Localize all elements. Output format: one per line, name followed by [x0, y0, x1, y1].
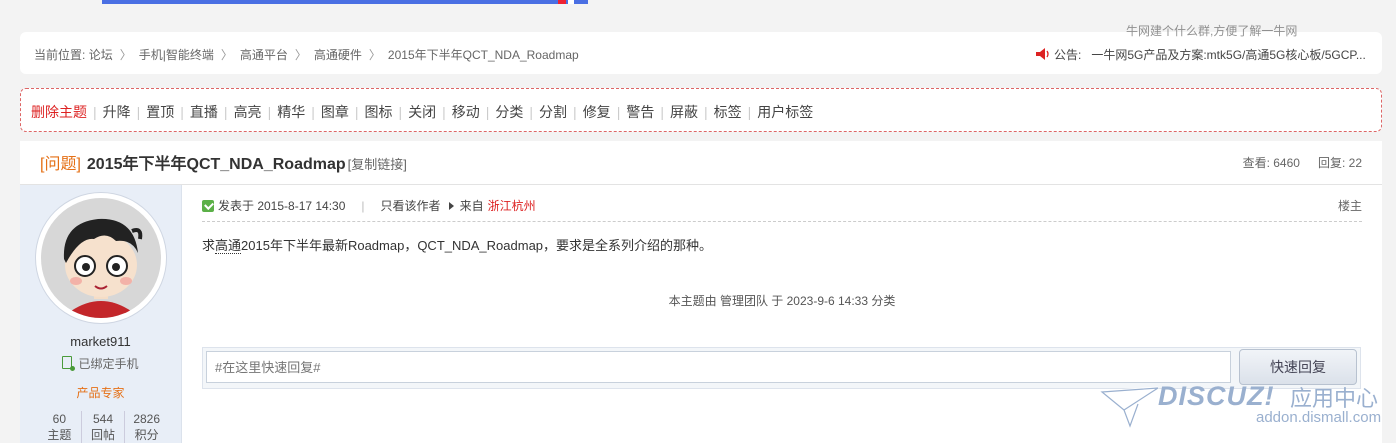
top-nav-strip-white — [568, 0, 574, 4]
breadcrumb-item-thread[interactable]: 2015年下半年QCT_NDA_Roadmap — [388, 48, 579, 62]
action-divider: | — [703, 104, 708, 120]
breadcrumb-item-qualcomm-platform[interactable]: 高通平台 — [240, 48, 288, 62]
mod-action-2[interactable]: 置顶 — [146, 104, 174, 120]
mod-action-0[interactable]: 删除主题 — [31, 104, 87, 120]
author-stat-posts[interactable]: 544 回帖 — [80, 411, 125, 443]
mod-action-6[interactable]: 图章 — [321, 104, 349, 120]
keyword-link[interactable]: 高通 — [215, 238, 242, 254]
thread-type-tag[interactable]: [问题] — [40, 156, 81, 173]
phone-bind-label: 已绑定手机 — [78, 357, 139, 371]
author-stats: 60 主题 544 回帖 2826 积分 — [38, 411, 168, 443]
action-divider: | — [223, 104, 228, 120]
avatar-cartoon-icon — [41, 198, 161, 318]
mod-action-12[interactable]: 修复 — [583, 104, 611, 120]
action-divider: | — [354, 104, 359, 120]
author-sidebar: market911 已绑定手机 产品专家 60 主题 544 回帖 2826 积分 — [20, 185, 182, 443]
breadcrumb-item-qualcomm-hardware[interactable]: 高通硬件 — [314, 48, 362, 62]
classification-note: 本主题由 管理团队 于 2023-9-6 14:33 分类 — [668, 294, 896, 308]
watermark-url: addon.dismall.com — [1256, 409, 1382, 426]
breadcrumb-item-mobile[interactable]: 手机|智能终端 — [139, 48, 214, 62]
action-divider: | — [573, 104, 577, 120]
post-meta: 发表于 2015-8-17 14:30 | 只看该作者 来自 浙江杭州 楼主 — [202, 197, 1362, 222]
action-divider: | — [311, 104, 315, 120]
post-content: 求高通2015年下半年最新Roadmap，QCT_NDA_Roadmap，要求是… — [202, 238, 713, 254]
mod-action-15[interactable]: 标签 — [714, 104, 742, 120]
views-label: 查看: — [1242, 156, 1270, 170]
action-divider: | — [485, 104, 490, 120]
post-date: 发表于 2015-8-17 14:30 — [218, 199, 346, 213]
mod-action-1[interactable]: 升降 — [103, 104, 131, 120]
action-divider: | — [398, 104, 403, 120]
author-stat-threads[interactable]: 60 主题 — [38, 411, 81, 443]
breadcrumb-separator: 〉 — [368, 48, 381, 62]
author-rank[interactable]: 产品专家 — [20, 384, 181, 401]
action-divider: | — [616, 104, 621, 120]
mod-action-4[interactable]: 高亮 — [234, 104, 262, 120]
action-divider: | — [442, 104, 446, 120]
breadcrumb: 当前位置: 论坛〉手机|智能终端〉高通平台〉高通硬件〉 2015年下半年QCT_N… — [34, 46, 579, 63]
mod-action-13[interactable]: 警告 — [626, 104, 654, 120]
discuz-watermark: DISCUZ! 应用中心 addon.dismall.com — [1100, 378, 1390, 440]
notice-label: 公告: — [1054, 48, 1082, 62]
mod-action-9[interactable]: 移动 — [452, 104, 480, 120]
mod-action-7[interactable]: 图标 — [364, 104, 392, 120]
action-divider: | — [136, 104, 141, 120]
avatar[interactable] — [36, 193, 166, 323]
floor-number[interactable]: 楼主 — [1338, 197, 1362, 214]
breadcrumb-separator: 〉 — [220, 48, 233, 62]
copy-link-button[interactable]: [复制链接] — [348, 157, 407, 172]
paper-plane-icon — [1100, 386, 1159, 428]
replies-label: 回复: — [1317, 156, 1346, 170]
mod-action-8[interactable]: 关闭 — [408, 104, 436, 120]
breadcrumb-separator: 〉 — [294, 48, 307, 62]
action-divider: | — [529, 104, 534, 120]
top-nav-strip — [102, 0, 588, 4]
thread-stats: 查看: 6460 回复: 22 — [1243, 154, 1362, 171]
mod-action-11[interactable]: 分割 — [539, 104, 567, 120]
notice-scroll-previous: 牛网建个什么群,方便了解一牛网 — [1126, 24, 1298, 38]
thread-title-bar: [问题] 2015年下半年QCT_NDA_Roadmap [复制链接] 查看: 64… — [20, 141, 1382, 185]
breadcrumb-separator: 〉 — [119, 48, 132, 62]
moderation-actions: 删除主题 | 升降 | 置顶 | 直播 | 高亮 | 精华 | 图章 | 图标 | 关闭 | 移动 | 分类 | 分割 | 修复… — [31, 102, 813, 122]
breadcrumb-prefix: 当前位置: — [34, 48, 86, 62]
top-nav-strip-red — [558, 0, 566, 4]
from-label: 来自 — [459, 199, 484, 213]
author-username[interactable]: market911 — [20, 334, 181, 349]
author-stat-credits[interactable]: 2826 积分 — [124, 411, 168, 443]
action-divider: | — [93, 104, 97, 120]
breadcrumb-panel: 当前位置: 论坛〉手机|智能终端〉高通平台〉高通硬件〉 2015年下半年QCT_N… — [20, 24, 1382, 74]
phone-bind-status: 已绑定手机 — [20, 355, 181, 372]
watermark-brand: DISCUZ! — [1158, 381, 1275, 411]
breadcrumb-item-forum[interactable]: 论坛 — [89, 48, 113, 62]
mod-action-14[interactable]: 屏蔽 — [670, 104, 698, 120]
quick-reply-input[interactable] — [206, 351, 1231, 383]
online-icon — [202, 200, 214, 212]
mod-action-10[interactable]: 分类 — [495, 104, 523, 120]
notice-text[interactable]: 一牛网5G产品及方案:mtk5G/高通5G核心板/5GCP... — [1091, 48, 1366, 62]
mod-action-5[interactable]: 精华 — [277, 104, 305, 120]
thread-title: [问题] 2015年下半年QCT_NDA_Roadmap [复制链接] — [40, 150, 407, 174]
triangle-right-icon — [448, 202, 454, 210]
action-divider: | — [660, 104, 664, 120]
replies-count: 22 — [1348, 156, 1362, 170]
action-divider: | — [747, 104, 752, 120]
views-count: 6460 — [1273, 156, 1300, 170]
action-divider: | — [180, 104, 184, 120]
meta-divider: | — [361, 199, 365, 213]
notice-bar: 公告: 一牛网5G产品及方案:mtk5G/高通5G核心板/5GCP... — [1036, 46, 1366, 63]
mod-action-3[interactable]: 直播 — [190, 104, 218, 120]
moderation-toolbar: 删除主题 | 升降 | 置顶 | 直播 | 高亮 | 精华 | 图章 | 图标 | 关闭 | 移动 | 分类 | 分割 | 修复… — [20, 88, 1382, 132]
action-divider: | — [267, 104, 272, 120]
thread-subject: 2015年下半年QCT_NDA_Roadmap — [86, 156, 346, 173]
speaker-icon — [1036, 48, 1049, 60]
mod-action-16[interactable]: 用户标签 — [757, 104, 813, 120]
only-author-link[interactable]: 只看该作者 — [381, 199, 441, 213]
phone-icon — [62, 356, 76, 371]
post-location[interactable]: 浙江杭州 — [488, 199, 536, 213]
